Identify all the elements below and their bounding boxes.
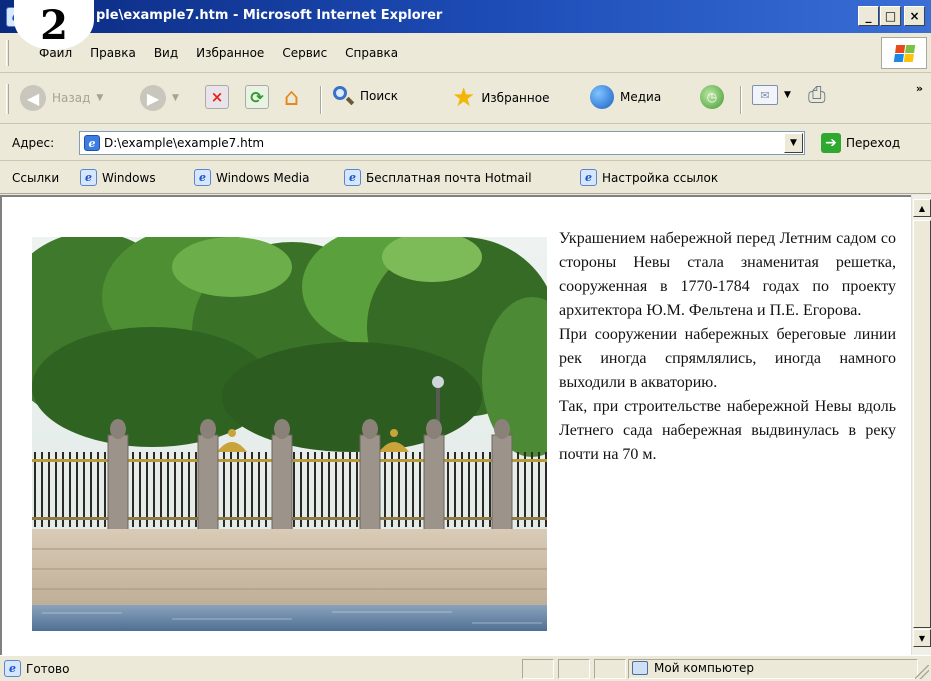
- forward-dropdown-icon[interactable]: ▼: [172, 93, 179, 103]
- menu-grip[interactable]: [6, 40, 9, 66]
- links-bar: Ссылки e Windows e Windows Media e Беспл…: [0, 162, 931, 194]
- window-title: ple\example7.htm - Microsoft Internet Ex…: [96, 8, 443, 23]
- refresh-button[interactable]: ⟳: [245, 85, 269, 109]
- menu-favorites[interactable]: Избранное: [187, 46, 273, 60]
- back-label: Назад: [52, 91, 91, 105]
- link-customize-label: Настройка ссылок: [602, 170, 719, 185]
- menu-edit[interactable]: Правка: [81, 46, 145, 60]
- status-pane: [558, 659, 590, 679]
- mail-icon: ✉: [752, 85, 778, 105]
- print-button[interactable]: ⎙: [808, 85, 826, 107]
- favorites-button[interactable]: ★ Избранное: [452, 85, 549, 111]
- menu-bar: Файл Правка Вид Избранное Сервис Справка: [0, 33, 931, 73]
- article-text: Украшением набережной перед Летним садом…: [559, 227, 896, 467]
- status-pane: [594, 659, 626, 679]
- back-button[interactable]: ◀ Назад ▼: [20, 85, 103, 111]
- my-computer-icon: [632, 661, 648, 675]
- title-bar: e ple\example7.htm - Microsoft Internet …: [0, 0, 931, 33]
- link-windows-media-label: Windows Media: [216, 170, 310, 185]
- summer-garden-fence-photo: [32, 237, 547, 631]
- link-windows-label: Windows: [102, 170, 156, 185]
- ie-page-icon: e: [80, 169, 97, 186]
- status-bar: e Готово Мой компьютер: [0, 655, 931, 681]
- stop-button[interactable]: ×: [205, 85, 229, 109]
- zone-label: Мой компьютер: [654, 661, 754, 675]
- mail-button[interactable]: ✉ ▼: [752, 85, 791, 105]
- status-text: Готово: [26, 661, 70, 676]
- toolbar-separator: [320, 86, 322, 114]
- page-content[interactable]: Украшением набережной перед Летним садом…: [0, 195, 931, 655]
- link-customize[interactable]: e Настройка ссылок: [580, 169, 718, 186]
- toolbar-grip[interactable]: [6, 84, 9, 114]
- address-field[interactable]: e: [79, 131, 805, 155]
- paragraph: Так, при строительстве набережной Невы в…: [559, 398, 896, 463]
- page-icon: e: [84, 135, 100, 151]
- scroll-up-button[interactable]: ▲: [913, 199, 931, 217]
- scroll-down-button[interactable]: ▼: [913, 629, 931, 647]
- address-label: Адрес:: [12, 136, 55, 150]
- standard-toolbar: ◀ Назад ▼ ▶ ▼ × ⟳ ⌂ Поиск ★ Избранное Ме…: [0, 74, 931, 124]
- history-icon: ◷: [700, 85, 724, 109]
- forward-arrow-icon: ▶: [140, 85, 166, 111]
- media-button[interactable]: Медиа: [590, 85, 661, 109]
- home-button[interactable]: ⌂: [284, 85, 299, 109]
- address-bar: Адрес: e ▼ ➔ Переход: [0, 125, 931, 161]
- address-dropdown-button[interactable]: ▼: [784, 133, 803, 153]
- search-icon: [332, 85, 355, 107]
- ie-page-icon: e: [344, 169, 361, 186]
- home-icon: ⌂: [284, 83, 300, 111]
- favorites-star-icon: ★: [452, 83, 476, 113]
- refresh-icon: ⟳: [245, 85, 269, 109]
- go-label: Переход: [846, 136, 901, 150]
- paragraph: При сооружении набережных береговые лини…: [559, 326, 896, 391]
- menu-tools[interactable]: Сервис: [273, 46, 336, 60]
- search-button[interactable]: Поиск: [332, 85, 398, 107]
- media-label: Медиа: [620, 90, 662, 104]
- scroll-thumb[interactable]: [913, 220, 931, 628]
- mail-dropdown-icon[interactable]: ▼: [784, 90, 791, 100]
- history-button[interactable]: ◷: [700, 85, 724, 109]
- back-dropdown-icon[interactable]: ▼: [96, 93, 103, 103]
- print-icon: ⎙: [808, 83, 826, 108]
- links-label: Ссылки: [12, 171, 60, 185]
- minimize-button[interactable]: _: [858, 6, 879, 26]
- link-hotmail[interactable]: e Бесплатная почта Hotmail: [344, 169, 532, 186]
- windows-logo-icon: [881, 37, 927, 69]
- vertical-scrollbar[interactable]: ▲ ▼: [911, 195, 931, 655]
- back-arrow-icon: ◀: [20, 85, 46, 111]
- link-hotmail-label: Бесплатная почта Hotmail: [366, 170, 532, 185]
- ie-page-icon: e: [4, 660, 21, 677]
- toolbar-overflow-chevron[interactable]: »: [916, 82, 923, 95]
- ie-page-icon: e: [194, 169, 211, 186]
- paragraph: Украшением набережной перед Летним садом…: [559, 230, 896, 319]
- address-input[interactable]: [104, 136, 804, 150]
- menu-help[interactable]: Справка: [336, 46, 407, 60]
- maximize-button[interactable]: □: [880, 6, 901, 26]
- go-arrow-icon: ➔: [821, 133, 841, 153]
- search-label: Поиск: [360, 89, 399, 103]
- status-message: e Готово: [4, 660, 69, 677]
- status-pane: [522, 659, 554, 679]
- link-windows-media[interactable]: e Windows Media: [194, 169, 309, 186]
- resize-grip[interactable]: [915, 665, 929, 679]
- toolbar-separator: [740, 86, 742, 114]
- ie-page-icon: e: [580, 169, 597, 186]
- media-icon: [590, 85, 614, 109]
- go-button[interactable]: ➔ Переход: [821, 133, 900, 153]
- forward-button[interactable]: ▶ ▼: [140, 85, 179, 111]
- link-windows[interactable]: e Windows: [80, 169, 156, 186]
- security-zone[interactable]: Мой компьютер: [632, 661, 754, 675]
- close-button[interactable]: ×: [904, 6, 925, 26]
- favorites-label: Избранное: [481, 91, 550, 105]
- menu-view[interactable]: Вид: [145, 46, 187, 60]
- stop-icon: ×: [205, 85, 229, 109]
